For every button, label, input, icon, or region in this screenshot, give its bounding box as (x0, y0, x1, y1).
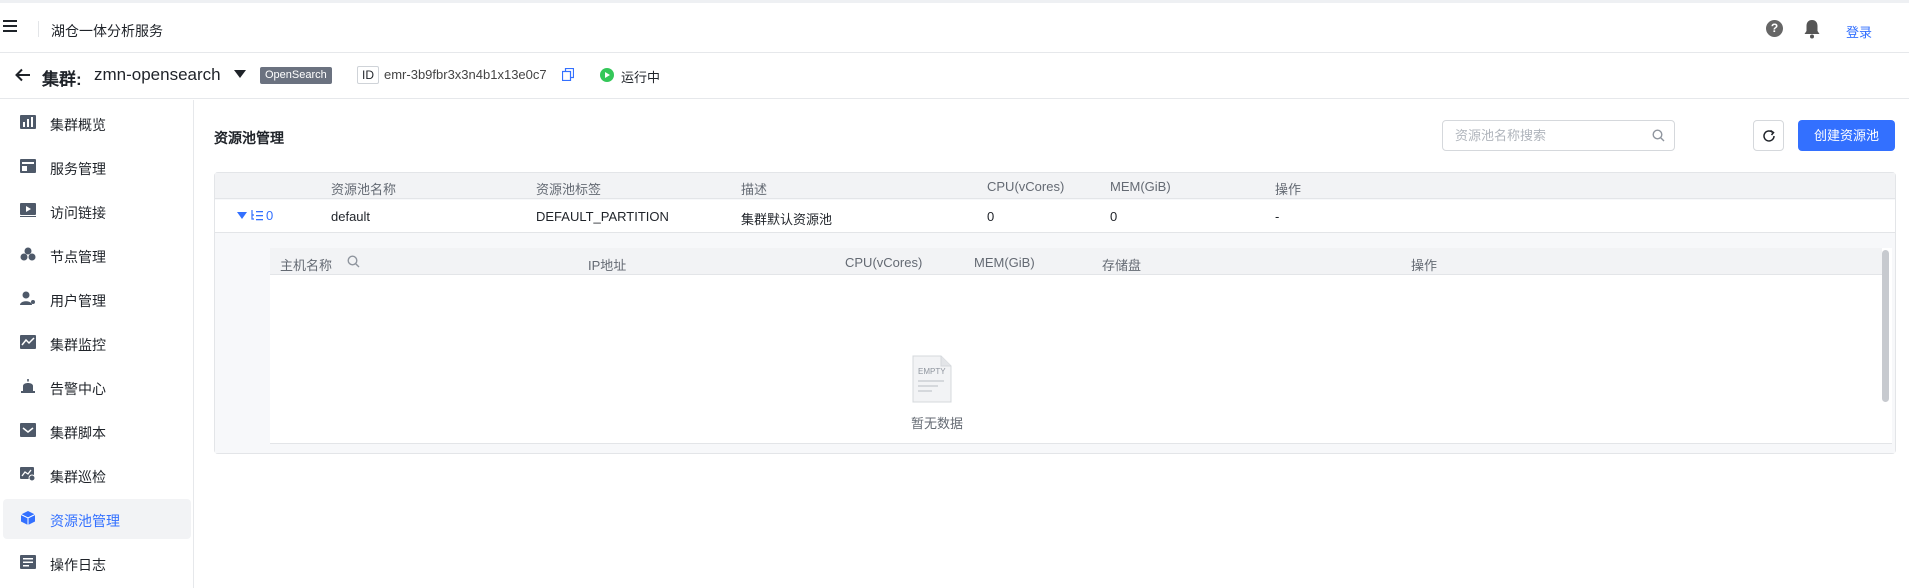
sidebar-item-access-links[interactable]: 访问链接 (0, 191, 188, 231)
pool-desc-cell: 集群默认资源池 (741, 212, 833, 227)
pool-mem-cell: 0 (1110, 209, 1118, 224)
pool-table-header: 资源池名称 资源池标签 描述 CPU(vCores) MEM(GiB) 操作 (215, 173, 1895, 199)
cluster-label: 集群: (42, 70, 82, 89)
cluster-type-badge: OpenSearch (260, 67, 332, 84)
login-link[interactable]: 登录 (1846, 22, 1872, 41)
column-header: MEM(GiB) (974, 255, 1035, 270)
column-header: 存储盘 (1102, 258, 1142, 273)
cluster-id-value: emr-3b9fbr3x3n4b1x13e0c7 (384, 67, 547, 82)
id-tag: ID (357, 66, 379, 84)
sidebar-item-monitoring[interactable]: 集群监控 (0, 323, 188, 363)
sidebar: 集群概览 服务管理 访问链接 节点管理 用户管理 集群监控 告警中心 集群脚本 … (0, 100, 194, 588)
refresh-icon (1763, 129, 1775, 142)
expand-caret-icon[interactable] (237, 212, 247, 219)
table-row[interactable]: 0 default DEFAULT_PARTITION 集群默认资源池 0 0 … (215, 200, 1895, 233)
cluster-dropdown-caret-icon[interactable] (234, 70, 246, 78)
cluster-name: zmn-opensearch (94, 65, 221, 84)
copy-icon[interactable] (562, 68, 574, 81)
pool-ops-cell: - (1275, 209, 1280, 224)
column-header: 资源池标签 (536, 182, 602, 197)
sidebar-item-label: 集群监控 (50, 337, 106, 353)
search-icon[interactable] (1652, 129, 1665, 142)
column-header: CPU(vCores) (987, 179, 1065, 194)
nodes-icon (20, 247, 36, 261)
sidebar-item-overview[interactable]: 集群概览 (0, 103, 188, 143)
sidebar-item-operation-log[interactable]: 操作日志 (0, 543, 188, 583)
empty-icon-text: EMPTY (918, 367, 946, 376)
script-icon (20, 423, 36, 437)
sidebar-item-users[interactable]: 用户管理 (0, 279, 188, 319)
pool-search-box (1442, 120, 1675, 151)
pool-table: 资源池名称 资源池标签 描述 CPU(vCores) MEM(GiB) 操作 0… (214, 172, 1896, 454)
chart-icon (20, 115, 36, 129)
empty-state-text: 暂无数据 (911, 416, 964, 431)
sidebar-item-label: 节点管理 (50, 249, 106, 265)
sidebar-item-label: 访问链接 (50, 205, 106, 221)
column-header: CPU(vCores) (845, 255, 923, 270)
pool-tag-cell: DEFAULT_PARTITION (536, 209, 669, 224)
sidebar-item-services[interactable]: 服务管理 (0, 147, 188, 187)
pool-cpu-cell: 0 (987, 209, 995, 224)
running-status-icon (600, 68, 614, 82)
vertical-scrollbar[interactable] (1882, 250, 1889, 402)
expanded-host-panel: 主机名称 IP地址 CPU(vCores) MEM(GiB) 存储盘 操作 EM… (215, 234, 1895, 453)
column-header: 描述 (741, 182, 768, 197)
create-pool-button[interactable]: 创建资源池 (1798, 120, 1895, 151)
column-header: 操作 (1275, 182, 1302, 197)
pool-search-input[interactable] (1443, 121, 1643, 150)
host-table-header: 主机名称 IP地址 CPU(vCores) MEM(GiB) 存储盘 操作 (270, 248, 1882, 275)
sidebar-item-label: 集群脚本 (50, 425, 106, 441)
column-header: IP地址 (588, 258, 627, 273)
page-title: 资源池管理 (214, 130, 284, 146)
sidebar-item-label: 用户管理 (50, 293, 106, 309)
refresh-button[interactable] (1753, 120, 1784, 151)
monitor-icon (20, 335, 36, 349)
log-icon (20, 555, 36, 569)
user-icon (20, 291, 35, 305)
sidebar-item-resource-pools[interactable]: 资源池管理 (3, 499, 191, 539)
back-arrow-icon[interactable] (14, 66, 32, 84)
service-icon (20, 159, 36, 173)
inspect-icon (20, 467, 36, 481)
help-icon[interactable]: ? (1766, 20, 1783, 37)
app-title: 湖仓一体分析服务 (51, 23, 163, 39)
column-header: 主机名称 (280, 258, 333, 273)
sidebar-item-label: 集群概览 (50, 117, 106, 133)
cluster-status: 运行中 (621, 70, 661, 85)
sidebar-item-alerts[interactable]: 告警中心 (0, 367, 188, 407)
bell-icon[interactable] (1803, 19, 1821, 39)
menu-icon[interactable] (3, 20, 17, 32)
empty-document-icon: EMPTY (912, 355, 952, 403)
column-header: MEM(GiB) (1110, 179, 1171, 194)
column-header: 资源池名称 (331, 182, 397, 197)
sidebar-item-label: 服务管理 (50, 161, 106, 177)
sidebar-item-label: 集群巡检 (50, 469, 106, 485)
pool-name-cell: default (331, 209, 371, 224)
sidebar-item-label: 告警中心 (50, 381, 106, 397)
play-icon (20, 203, 36, 217)
sidebar-item-inspection[interactable]: 集群巡检 (0, 455, 188, 495)
sidebar-item-nodes[interactable]: 节点管理 (0, 235, 188, 275)
column-header: 操作 (1411, 258, 1438, 273)
host-count-link[interactable]: 0 (266, 208, 273, 223)
alarm-icon (21, 379, 35, 393)
sidebar-item-scripts[interactable]: 集群脚本 (0, 411, 188, 451)
divider (38, 21, 39, 37)
sidebar-item-label: 操作日志 (50, 557, 106, 573)
cluster-bar: 集群: zmn-opensearch OpenSearch ID emr-3b9… (0, 53, 1909, 99)
search-icon[interactable] (347, 255, 360, 268)
host-table: 主机名称 IP地址 CPU(vCores) MEM(GiB) 存储盘 操作 EM… (270, 248, 1892, 444)
sidebar-item-label: 资源池管理 (50, 513, 120, 529)
cube-icon (20, 511, 36, 525)
tree-list-icon (251, 210, 263, 221)
top-bar: 湖仓一体分析服务 ? 登录 (0, 0, 1909, 53)
main-content: 资源池管理 创建资源池 资源池名称 资源池标签 描述 CPU(vCores) M… (195, 100, 1909, 588)
